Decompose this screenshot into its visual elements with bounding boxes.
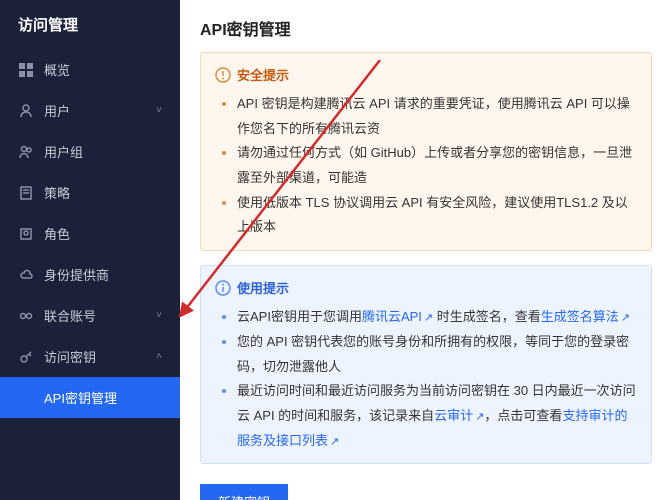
alert-title-text: 使用提示 bbox=[237, 278, 289, 297]
alert-item: API 密钥是构建腾讯云 API 请求的重要凭证，使用腾讯云 API 可以操作您… bbox=[237, 92, 637, 141]
sidebar-item-label: 身份提供商 bbox=[44, 265, 109, 284]
tencent-api-link[interactable]: 腾讯云API↗ bbox=[362, 309, 433, 324]
chevron-up-icon: ˄ bbox=[156, 351, 162, 362]
alert-item: 最近访问时间和最近访问服务为当前访问密钥在 30 日内最近一次访问云 API 的… bbox=[237, 379, 637, 453]
info-icon bbox=[215, 280, 231, 296]
alert-item: 云API密钥用于您调用腾讯云API↗ 时生成签名，查看生成签名算法↗ bbox=[237, 305, 637, 330]
security-alert: 安全提示 API 密钥是构建腾讯云 API 请求的重要凭证，使用腾讯云 API … bbox=[200, 52, 652, 251]
main-content: API密钥管理 安全提示 API 密钥是构建腾讯云 API 请求的重要凭证，使用… bbox=[180, 0, 672, 500]
sig-algorithm-link[interactable]: 生成签名算法↗ bbox=[541, 309, 630, 324]
sidebar: 访问管理 概览 用户 ˅ 用户组 策略 角色 身份提供商 联合账号 bbox=[0, 0, 180, 500]
sidebar-item-label: 策略 bbox=[44, 183, 70, 202]
chevron-down-icon: ˅ bbox=[156, 310, 162, 321]
sidebar-sub-apikey[interactable]: API密钥管理 bbox=[0, 377, 180, 418]
grid-icon bbox=[18, 62, 34, 78]
link-icon bbox=[18, 308, 34, 324]
sidebar-item-label: 用户组 bbox=[44, 142, 83, 161]
sidebar-item-policies[interactable]: 策略 bbox=[0, 172, 180, 213]
create-key-button[interactable]: 新建密钥 bbox=[200, 484, 288, 500]
user-icon bbox=[18, 103, 34, 119]
external-icon: ↗ bbox=[424, 312, 433, 324]
sidebar-item-idp[interactable]: 身份提供商 bbox=[0, 254, 180, 295]
key-icon bbox=[18, 349, 34, 365]
external-icon: ↗ bbox=[621, 312, 630, 324]
chevron-down-icon: ˅ bbox=[156, 105, 162, 116]
sidebar-item-accesskeys[interactable]: 访问密钥 ˄ bbox=[0, 336, 180, 377]
usage-alert: 使用提示 云API密钥用于您调用腾讯云API↗ 时生成签名，查看生成签名算法↗ … bbox=[200, 265, 652, 464]
page-title: API密钥管理 bbox=[180, 0, 672, 52]
sidebar-item-label: 联合账号 bbox=[44, 306, 96, 325]
sidebar-item-overview[interactable]: 概览 bbox=[0, 49, 180, 90]
alert-title-text: 安全提示 bbox=[237, 65, 289, 84]
sidebar-item-label: 访问密钥 bbox=[44, 347, 96, 366]
cloud-audit-link[interactable]: 云审计↗ bbox=[434, 408, 484, 423]
alert-item: 请勿通过任何方式（如 GitHub）上传或者分享您的密钥信息，一旦泄露至外部渠道… bbox=[237, 141, 637, 190]
warning-icon bbox=[215, 67, 231, 83]
sidebar-item-federated[interactable]: 联合账号 ˅ bbox=[0, 295, 180, 336]
sidebar-item-label: 概览 bbox=[44, 60, 70, 79]
external-icon: ↗ bbox=[330, 436, 339, 448]
role-icon bbox=[18, 226, 34, 242]
sidebar-item-label: 用户 bbox=[44, 101, 70, 120]
sidebar-item-label: 角色 bbox=[44, 224, 70, 243]
document-icon bbox=[18, 185, 34, 201]
alert-item: 使用低版本 TLS 协议调用云 API 有安全风险，建议使用TLS1.2 及以上… bbox=[237, 191, 637, 240]
sidebar-item-label: API密钥管理 bbox=[44, 388, 117, 407]
cloud-icon bbox=[18, 267, 34, 283]
sidebar-item-groups[interactable]: 用户组 bbox=[0, 131, 180, 172]
sidebar-item-users[interactable]: 用户 ˅ bbox=[0, 90, 180, 131]
alert-item: 您的 API 密钥代表您的账号身份和所拥有的权限，等同于您的登录密码，切勿泄露他… bbox=[237, 330, 637, 379]
users-icon bbox=[18, 144, 34, 160]
sidebar-item-roles[interactable]: 角色 bbox=[0, 213, 180, 254]
sidebar-title: 访问管理 bbox=[0, 0, 180, 49]
